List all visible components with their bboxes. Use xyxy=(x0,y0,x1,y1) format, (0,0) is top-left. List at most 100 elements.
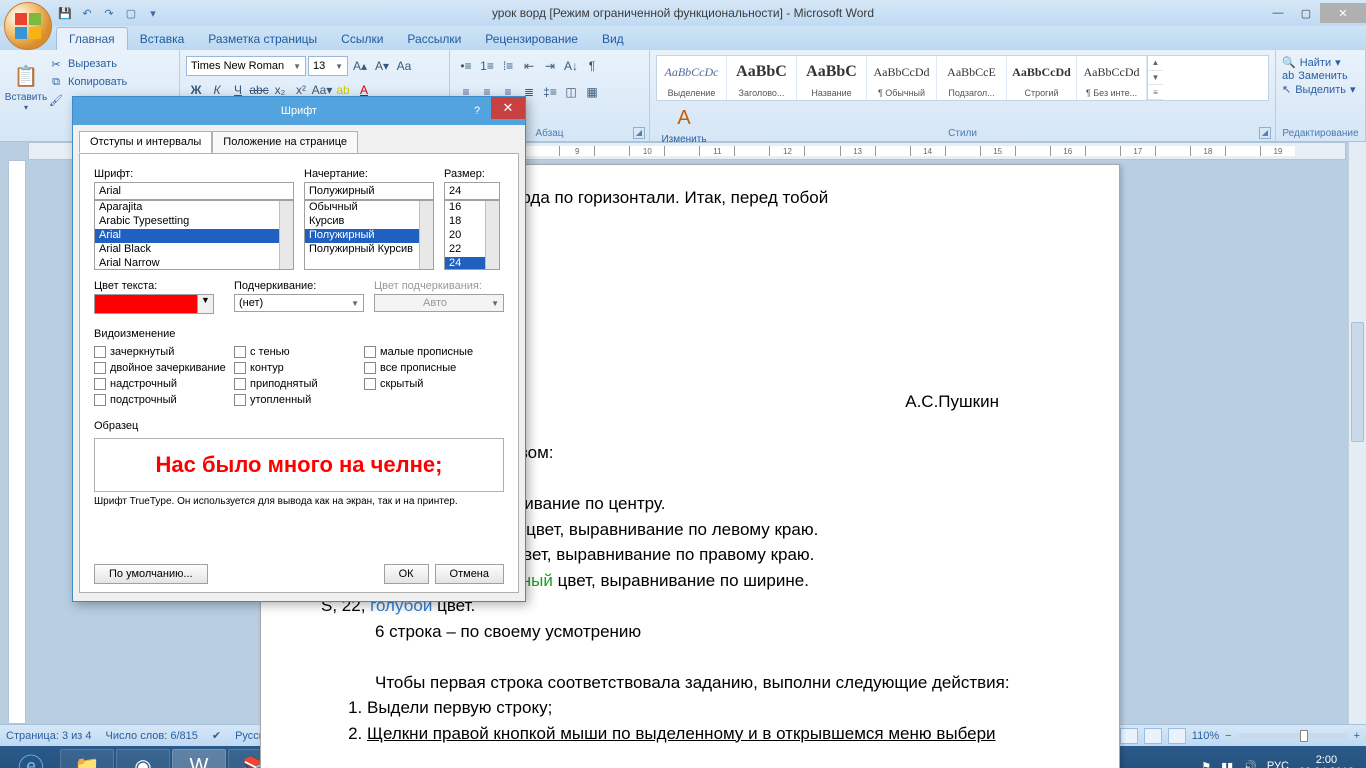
style-item[interactable]: AaBbCcDcВыделение xyxy=(657,56,727,100)
list-item[interactable]: Курсив xyxy=(305,215,433,229)
tray-network-icon[interactable]: ▮▮ xyxy=(1221,760,1233,768)
tray-clock[interactable]: 2:0009.04.2013 xyxy=(1299,754,1354,768)
effect-checkbox[interactable]: скрытый xyxy=(364,378,504,390)
view-outline[interactable] xyxy=(1144,728,1162,744)
shrink-font-icon[interactable]: A▾ xyxy=(372,56,392,76)
list-item[interactable]: Arial xyxy=(95,229,293,243)
dialog-tab-indents[interactable]: Отступы и интервалы xyxy=(79,131,212,153)
cancel-button[interactable]: Отмена xyxy=(435,564,504,584)
ok-button[interactable]: ОК xyxy=(384,564,429,584)
tab-mailings[interactable]: Рассылки xyxy=(395,28,473,50)
effect-checkbox[interactable]: контур xyxy=(234,362,364,374)
font-size-list[interactable]: 1618202224 xyxy=(444,200,500,270)
dialog-help-button[interactable]: ? xyxy=(463,105,491,117)
zoom-in-button[interactable]: + xyxy=(1354,730,1360,742)
close-button[interactable]: ✕ xyxy=(1320,3,1366,23)
task-word[interactable]: W xyxy=(172,749,226,768)
style-item[interactable]: AaBbCЗаголово... xyxy=(727,56,797,100)
line-spacing-icon[interactable]: ‡≡ xyxy=(540,82,560,102)
word-count[interactable]: Число слов: 6/815 xyxy=(106,730,198,742)
font-size-combo[interactable]: 13▼ xyxy=(308,56,348,76)
sort-icon[interactable]: A↓ xyxy=(561,56,581,76)
redo-icon[interactable]: ↷ xyxy=(100,4,118,22)
find-button[interactable]: 🔍Найти▾ xyxy=(1282,56,1359,69)
borders-icon[interactable]: ▦ xyxy=(582,82,602,102)
effect-checkbox[interactable]: приподнятый xyxy=(234,378,364,390)
dialog-tab-position[interactable]: Положение на странице xyxy=(212,131,358,153)
tray-flag-icon[interactable]: ⚑ xyxy=(1201,760,1211,768)
effect-checkbox[interactable]: двойное зачеркивание xyxy=(94,362,234,374)
style-item[interactable]: AaBbCНазвание xyxy=(797,56,867,100)
tab-review[interactable]: Рецензирование xyxy=(473,28,590,50)
font-size-input[interactable]: 24 xyxy=(444,182,500,200)
effect-checkbox[interactable]: малые прописные xyxy=(364,346,504,358)
effect-checkbox[interactable]: все прописные xyxy=(364,362,504,374)
list-item[interactable]: Обычный xyxy=(305,201,433,215)
view-draft[interactable] xyxy=(1168,728,1186,744)
paragraph-launcher[interactable]: ◢ xyxy=(633,127,645,139)
effect-checkbox[interactable]: подстрочный xyxy=(94,394,234,406)
scrollbar-thumb[interactable] xyxy=(1351,322,1364,442)
save-icon[interactable]: 💾 xyxy=(56,4,74,22)
numbering-icon[interactable]: 1≡ xyxy=(477,56,497,76)
underline-combo[interactable]: (нет)▼ xyxy=(234,294,364,312)
text-color-combo[interactable]: ▼ xyxy=(94,294,214,314)
style-gallery-scroll[interactable]: ▲▼≡ xyxy=(1147,56,1163,100)
vertical-scrollbar[interactable] xyxy=(1348,142,1366,724)
tab-home[interactable]: Главная xyxy=(56,27,128,50)
task-chrome[interactable]: ◉ xyxy=(116,749,170,768)
tab-layout[interactable]: Разметка страницы xyxy=(196,28,329,50)
clear-format-icon[interactable]: Aa xyxy=(394,56,414,76)
undo-icon[interactable]: ↶ xyxy=(78,4,96,22)
new-doc-icon[interactable]: ▢ xyxy=(122,4,140,22)
indent-dec-icon[interactable]: ⇤ xyxy=(519,56,539,76)
list-item[interactable]: Полужирный xyxy=(305,229,433,243)
style-gallery[interactable]: AaBbCcDcВыделение AaBbCЗаголово... AaBbC… xyxy=(656,55,1269,101)
effect-checkbox[interactable]: зачеркнутый xyxy=(94,346,234,358)
spell-check-icon[interactable]: ✔ xyxy=(212,729,221,742)
view-web[interactable] xyxy=(1120,728,1138,744)
qat-more-icon[interactable]: ▾ xyxy=(144,4,162,22)
office-button[interactable] xyxy=(4,2,52,50)
minimize-button[interactable]: — xyxy=(1264,3,1292,23)
effect-checkbox[interactable]: утопленный xyxy=(234,394,364,406)
list-item[interactable]: Arabic Typesetting xyxy=(95,215,293,229)
multilevel-icon[interactable]: ⁞≡ xyxy=(498,56,518,76)
bullets-icon[interactable]: •≡ xyxy=(456,56,476,76)
maximize-button[interactable]: ▢ xyxy=(1292,3,1320,23)
replace-button[interactable]: abЗаменить xyxy=(1282,70,1359,82)
effect-checkbox[interactable]: надстрочный xyxy=(94,378,234,390)
style-item[interactable]: AaBbCcDd¶ Обычный xyxy=(867,56,937,100)
copy-button[interactable]: ⧉Копировать xyxy=(48,74,127,90)
tray-language[interactable]: РУС xyxy=(1267,760,1289,768)
font-name-combo[interactable]: Times New Roman▼ xyxy=(186,56,306,76)
font-name-input[interactable]: Arial xyxy=(94,182,294,200)
show-marks-icon[interactable]: ¶ xyxy=(582,56,602,76)
list-item[interactable]: Arial Narrow xyxy=(95,257,293,270)
shading-icon[interactable]: ◫ xyxy=(561,82,581,102)
tab-view[interactable]: Вид xyxy=(590,28,636,50)
dialog-titlebar[interactable]: Шрифт ? ✕ xyxy=(73,97,525,125)
indent-inc-icon[interactable]: ⇥ xyxy=(540,56,560,76)
font-style-input[interactable]: Полужирный xyxy=(304,182,434,200)
dialog-close-button[interactable]: ✕ xyxy=(491,97,525,119)
page-status[interactable]: Страница: 3 из 4 xyxy=(6,730,92,742)
grow-font-icon[interactable]: A▴ xyxy=(350,56,370,76)
effect-checkbox[interactable]: с тенью xyxy=(234,346,364,358)
font-style-list[interactable]: ОбычныйКурсивПолужирныйПолужирный Курсив xyxy=(304,200,434,270)
zoom-out-button[interactable]: − xyxy=(1225,730,1231,742)
paste-button[interactable]: 📋 Вставить▾ xyxy=(4,52,48,122)
font-name-list[interactable]: AparajitaArabic TypesettingArialArial Bl… xyxy=(94,200,294,270)
start-button[interactable]: ⓔ xyxy=(4,749,58,768)
cut-button[interactable]: ✂Вырезать xyxy=(48,56,127,72)
select-button[interactable]: ↖Выделить▾ xyxy=(1282,83,1359,96)
list-item[interactable]: Полужирный Курсив xyxy=(305,243,433,257)
tray-volume-icon[interactable]: 🔊 xyxy=(1243,760,1257,768)
style-item[interactable]: AaBbCcEПодзагол... xyxy=(937,56,1007,100)
task-explorer[interactable]: 📁 xyxy=(60,749,114,768)
vertical-ruler[interactable] xyxy=(8,160,26,724)
style-item[interactable]: AaBbCcDd¶ Без инте... xyxy=(1077,56,1147,100)
zoom-slider[interactable] xyxy=(1238,733,1348,739)
zoom-value[interactable]: 110% xyxy=(1192,730,1219,742)
list-item[interactable]: Arial Black xyxy=(95,243,293,257)
